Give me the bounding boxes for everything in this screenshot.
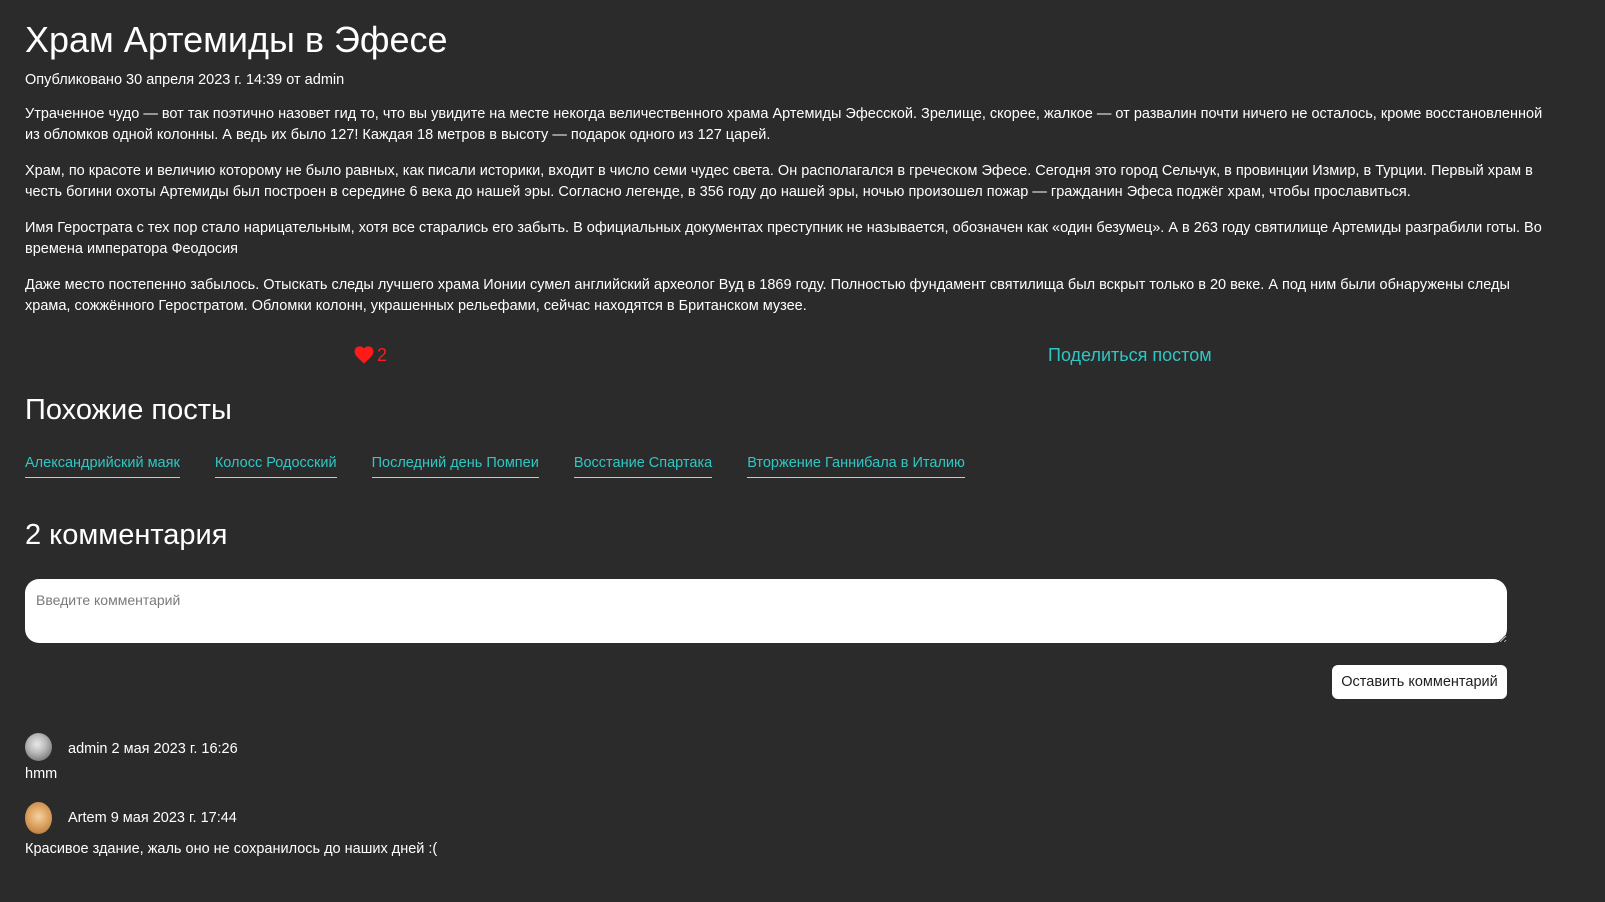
similar-post-link[interactable]: Колосс Родосский: [214, 452, 337, 478]
comment-text: hmm: [25, 766, 58, 782]
avatar: [25, 802, 52, 834]
avatar: [25, 733, 52, 761]
comment-text: Красивое здание, жаль оно не сохранилось…: [25, 841, 438, 857]
post-meta: Опубликовано 30 апреля 2023 г. 14:39 от …: [25, 72, 345, 88]
post-paragraph: Утраченное чудо — вот так поэтично назов…: [25, 106, 1543, 143]
similar-post-link[interactable]: Последний день Помпеи: [371, 452, 539, 478]
post-title: Храм Артемиды в Эфесе: [25, 19, 448, 60]
comment: admin 2 мая 2023 г. 16:26 hmm: [25, 733, 825, 782]
similar-posts-title: Похожие посты: [25, 394, 232, 426]
similar-post-link[interactable]: Александрийский маяк: [25, 452, 180, 478]
comment-header: Artem 9 мая 2023 г. 17:44: [25, 802, 825, 834]
like-button[interactable]: 2: [354, 340, 387, 370]
comment-author-date: admin 2 мая 2023 г. 16:26: [68, 741, 238, 757]
post-body: Утраченное чудо — вот так поэтично назов…: [25, 104, 1543, 332]
similar-post-link[interactable]: Восстание Спартака: [573, 452, 713, 478]
post-actions: 2 Поделиться постом: [25, 340, 1543, 370]
similar-post-link[interactable]: Вторжение Ганнибала в Италию: [747, 452, 965, 478]
like-count: 2: [377, 344, 388, 365]
submit-comment-button[interactable]: Оставить комментарий: [1332, 665, 1507, 699]
comment: Artem 9 мая 2023 г. 17:44 Красивое здани…: [25, 802, 825, 857]
comment-header: admin 2 мая 2023 г. 16:26: [25, 733, 825, 763]
heart-icon: [354, 346, 377, 364]
post-paragraph: Имя Герострата с тех пор стало нарицател…: [25, 220, 1542, 257]
post-paragraph: Даже место постепенно забылось. Отыскать…: [25, 277, 1510, 314]
comment-author-date: Artem 9 мая 2023 г. 17:44: [68, 810, 237, 826]
comments-title: 2 комментария: [25, 519, 228, 551]
similar-posts-list: Александрийский маяк Колосс Родосский По…: [25, 452, 965, 478]
comment-input[interactable]: [25, 579, 1507, 643]
share-post-link[interactable]: Поделиться постом: [1048, 340, 1212, 370]
post-paragraph: Храм, по красоте и величию которому не б…: [25, 163, 1533, 200]
